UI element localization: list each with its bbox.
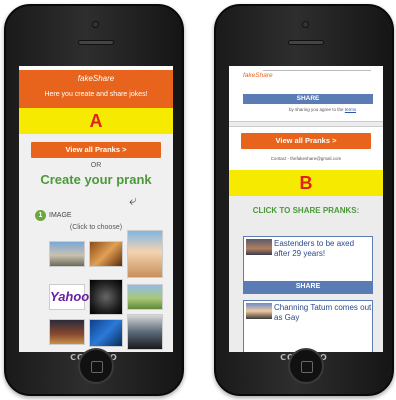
terms-link[interactable]: terms <box>345 107 356 112</box>
thumbnail-field[interactable] <box>127 284 163 310</box>
thumbnail-globe[interactable] <box>89 319 123 347</box>
contact-text: Contact - thefakeshare@gmail.com <box>270 156 342 161</box>
prank-thumbnail <box>246 303 272 319</box>
thumbnail-vortex[interactable] <box>89 279 123 315</box>
thumbnail-yahoo[interactable]: Yahoo! <box>49 284 94 310</box>
create-prank-heading: Create your prank <box>40 172 152 187</box>
home-button[interactable] <box>78 348 114 384</box>
section-divider <box>229 121 383 127</box>
step-number: 1 <box>35 210 46 221</box>
thumbnail-beach[interactable] <box>127 230 163 278</box>
content-area: View all Pranks > OR Create your prank ⤶… <box>19 134 173 352</box>
app-logo: fakeShare <box>77 74 115 83</box>
curved-arrow-icon: ⤶ <box>129 192 137 208</box>
prank-title: Eastenders to be axed after 29 years! <box>274 239 355 258</box>
prank-card[interactable]: Eastenders to be axed after 29 years! SH… <box>243 236 373 294</box>
front-camera <box>92 21 99 28</box>
yahoo-logo: Yahoo! <box>50 289 94 304</box>
home-button[interactable] <box>288 348 324 384</box>
prank-title: Channing Tatum comes out as Gay <box>274 303 372 322</box>
step-image: 1 IMAGE <box>35 210 72 221</box>
share-list: CLICK TO SHARE PRANKS: Eastenders to be … <box>229 196 383 352</box>
thumbnail-phone[interactable] <box>127 314 163 350</box>
screen-b: fakeShare SHARE by sharing you agree to … <box>229 66 383 352</box>
earpiece-speaker <box>78 40 114 45</box>
share-button[interactable]: SHARE <box>244 281 372 293</box>
prank-card[interactable]: Channing Tatum comes out as Gay <box>243 300 373 352</box>
share-button[interactable]: SHARE <box>243 94 373 104</box>
or-divider: OR <box>90 162 102 169</box>
phone-b: fakeShare SHARE by sharing you agree to … <box>214 4 394 396</box>
click-to-share-heading: CLICK TO SHARE PRANKS: <box>252 206 360 215</box>
front-camera <box>302 21 309 28</box>
variant-label: A <box>89 111 103 131</box>
screen-a: fakeShare Here you create and share joke… <box>19 66 173 352</box>
thumbnail-bar[interactable] <box>89 241 123 267</box>
thumbnail-stage[interactable] <box>49 319 85 345</box>
view-all-pranks-button[interactable]: View all Pranks > <box>31 142 161 158</box>
prank-thumbnail <box>246 239 272 255</box>
view-all-pranks-button[interactable]: View all Pranks > <box>241 133 371 149</box>
agree-text: by sharing you agree to the <box>289 107 344 112</box>
terms-notice: by sharing you agree to the terms <box>289 107 356 112</box>
variant-b-banner: B <box>229 170 383 196</box>
earpiece-speaker <box>288 40 324 45</box>
app-tagline: Here you create and share jokes! <box>44 91 148 98</box>
thumbnail-city[interactable] <box>49 241 85 267</box>
app-logo: fakeShare <box>243 72 273 79</box>
phone-a: fakeShare Here you create and share joke… <box>4 4 184 396</box>
divider <box>263 70 371 71</box>
app-header: fakeShare Here you create and share joke… <box>19 70 173 108</box>
variant-a-banner: A <box>19 108 173 134</box>
step-label: IMAGE <box>49 212 72 219</box>
variant-label: B <box>299 173 313 193</box>
